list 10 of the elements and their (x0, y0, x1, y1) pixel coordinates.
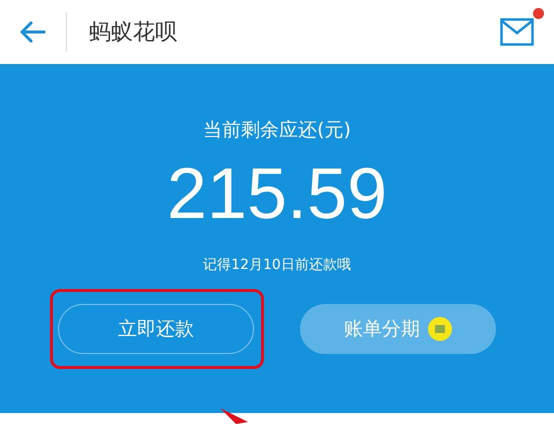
balance-amount: 215.59 (166, 155, 388, 234)
balance-label: 当前剩余应还(元) (203, 118, 351, 143)
back-icon[interactable] (20, 21, 46, 43)
annotation-arrow (218, 408, 248, 424)
badge-icon (428, 317, 452, 342)
mail-icon[interactable] (500, 18, 534, 46)
page-title: 蚂蚁花呗 (89, 19, 178, 47)
repay-button[interactable]: 立即还款 (58, 304, 254, 354)
due-note: 记得12月10日前还款哦 (203, 256, 351, 274)
installment-button[interactable]: 账单分期 (300, 304, 496, 354)
